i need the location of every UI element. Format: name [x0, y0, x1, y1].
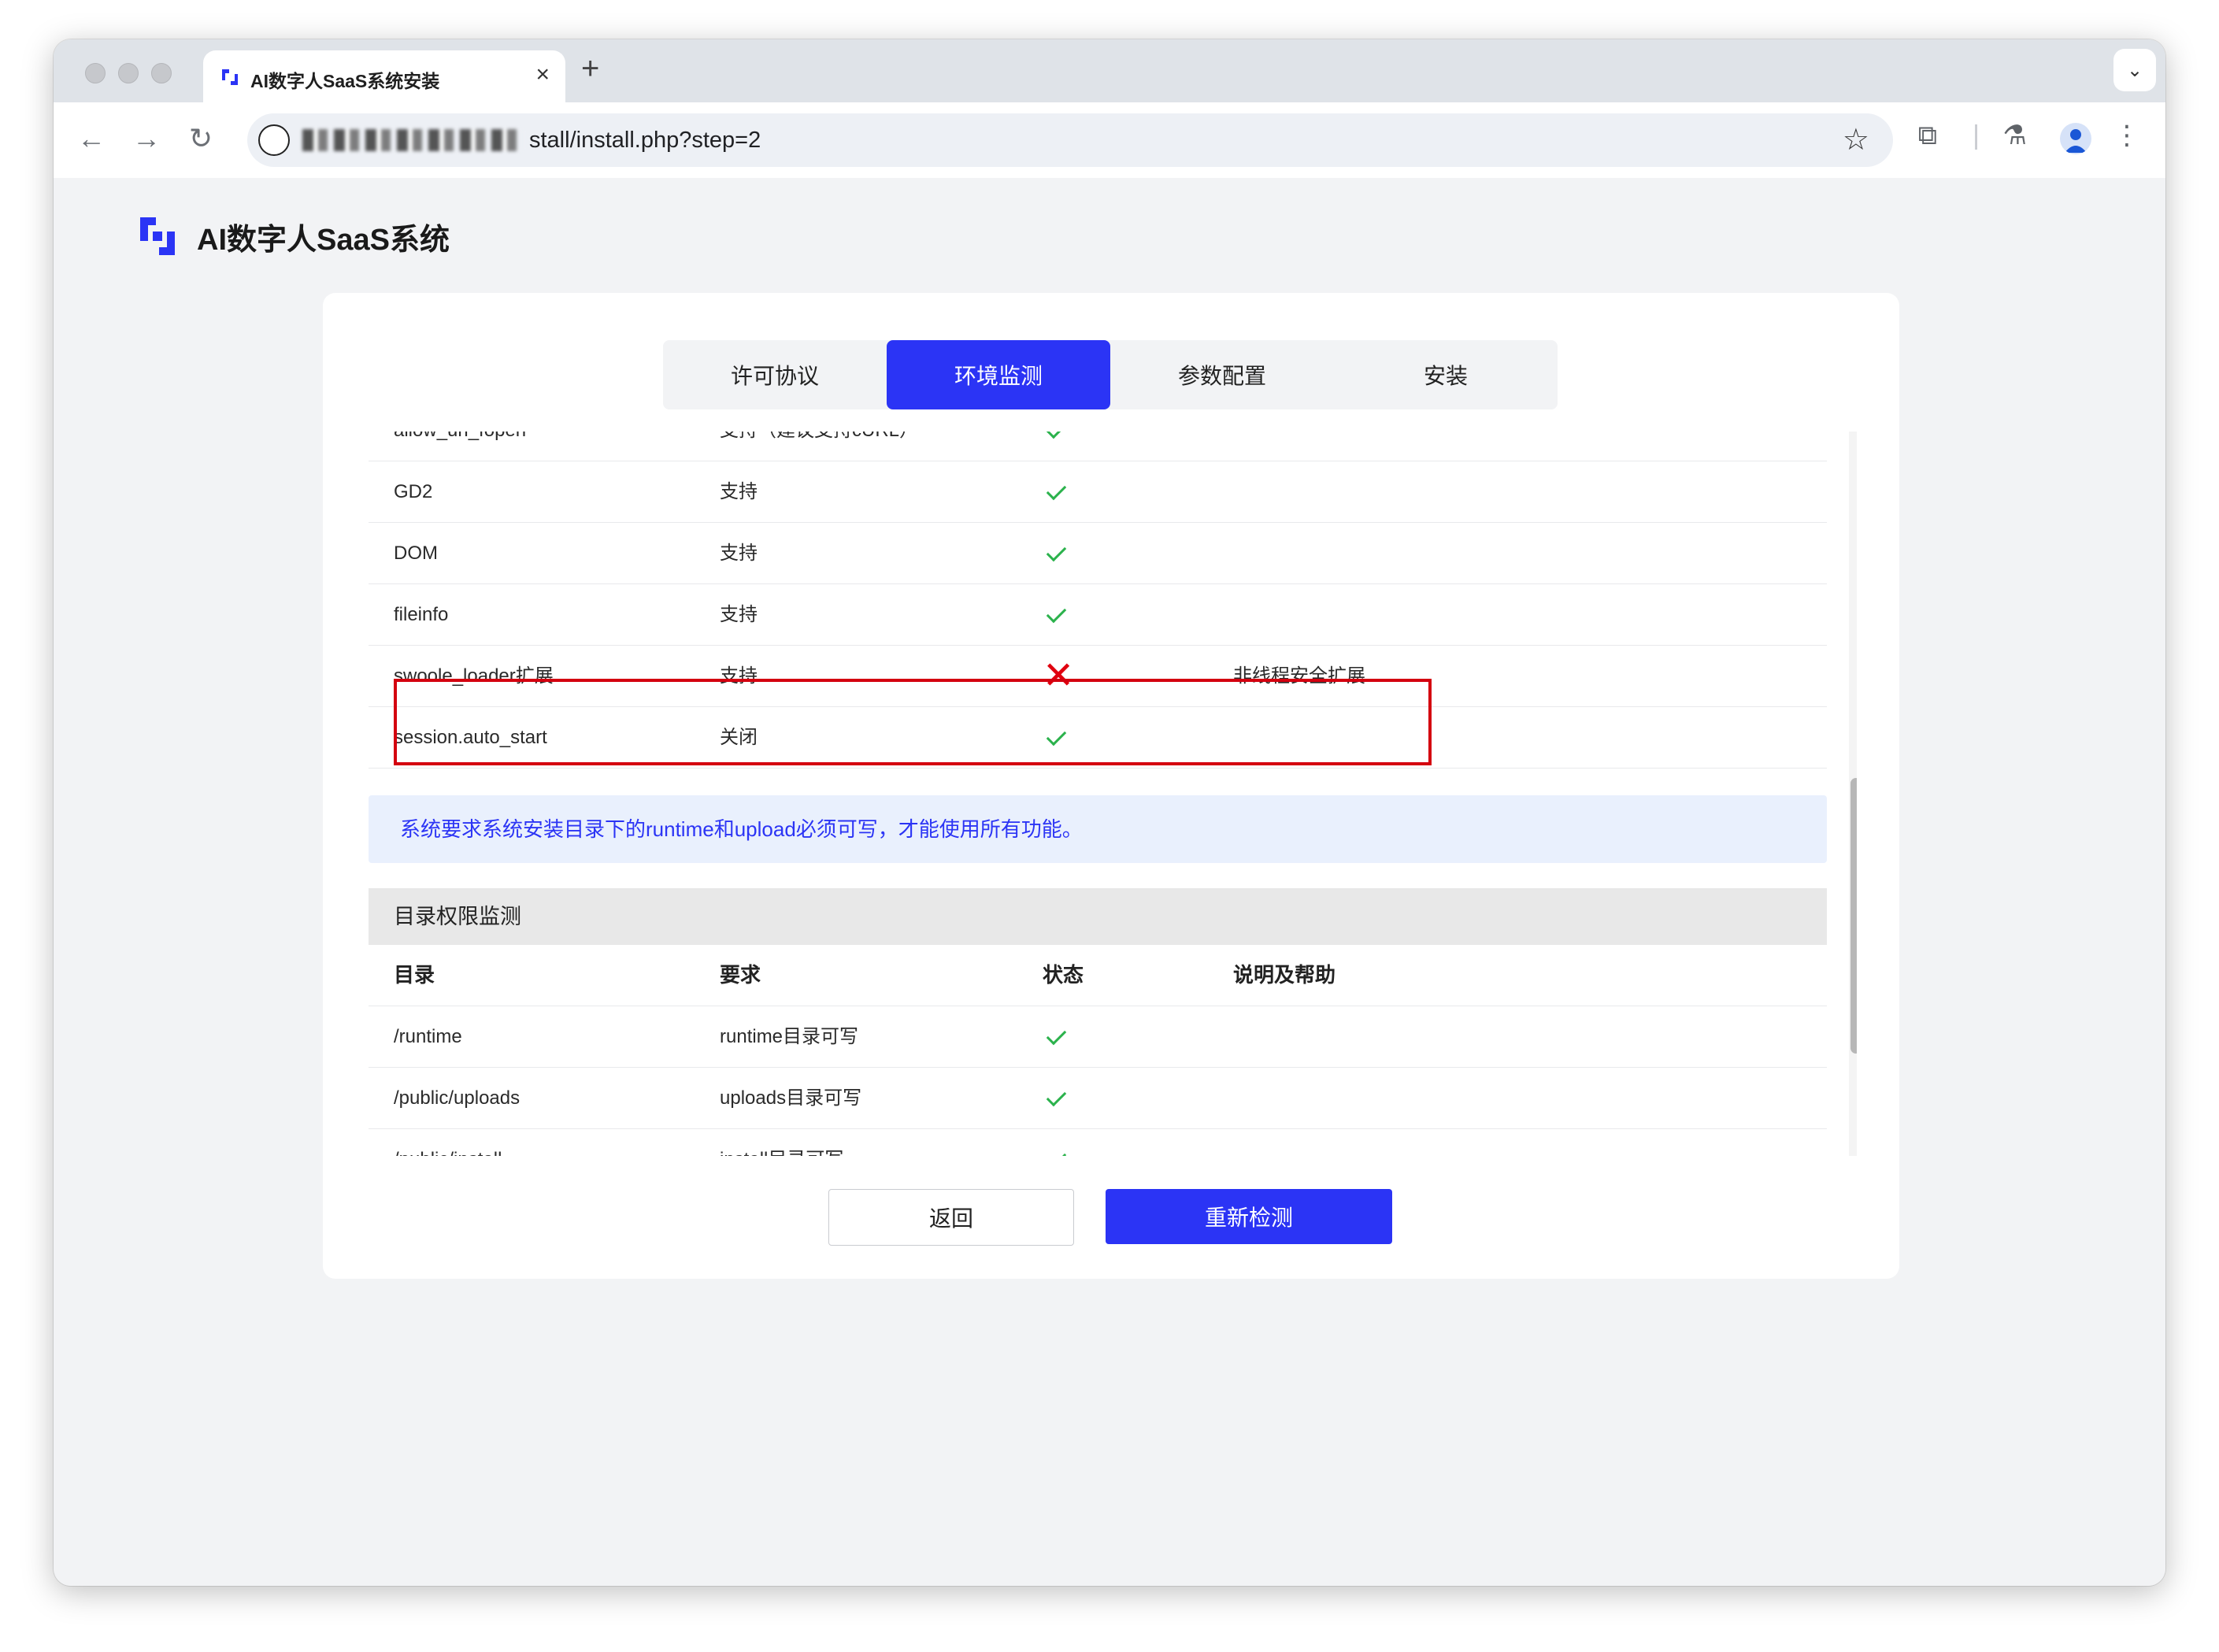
table-row: fileinfo 支持	[369, 584, 1827, 646]
redacted-host	[302, 129, 523, 151]
table-row: allow_url_fopen 支持（建议支持cURL）	[369, 432, 1827, 461]
env-requirement: 支持	[720, 481, 758, 502]
brand-logo-icon	[140, 217, 175, 255]
header-help: 说明及帮助	[1233, 963, 1336, 987]
table-row: GD2 支持	[369, 461, 1827, 523]
extensions-icon[interactable]: ⧉	[1918, 120, 1937, 151]
tab-search-chevron-icon[interactable]: ⌄	[2113, 49, 2156, 91]
tab-license[interactable]: 许可协议	[663, 340, 887, 409]
toolbar-divider: |	[1973, 120, 1980, 150]
header-dir: 目录	[394, 963, 435, 987]
url-text[interactable]: stall/install.php?step=2	[529, 128, 761, 154]
install-card: 许可协议 环境监测 参数配置 安装 allow_url_fopen 支持（建议支…	[323, 293, 1899, 1279]
check-icon	[1043, 1129, 1067, 1156]
check-icon	[1043, 523, 1067, 583]
table-row: /public/install install目录可写	[369, 1129, 1827, 1156]
env-requirement: 支持（建议支持cURL）	[720, 432, 918, 461]
dir-path: /runtime	[394, 1026, 462, 1047]
dir-path: /public/uploads	[394, 1087, 520, 1109]
back-arrow-icon[interactable]: ←	[77, 123, 106, 154]
browser-tab[interactable]: AI数字人SaaS系统安装 ×	[203, 50, 565, 102]
writable-notice: 系统要求系统安装目录下的runtime和upload必须可写，才能使用所有功能。	[369, 795, 1827, 863]
env-requirement: 关闭	[720, 727, 758, 748]
env-name: DOM	[394, 543, 438, 564]
reload-icon[interactable]: ↻	[189, 123, 213, 154]
table-row: swoole_loader扩展 支持 ✕ 非线程安全扩展	[369, 646, 1827, 707]
address-bar[interactable]: stall/install.php?step=2 ☆	[247, 113, 1893, 167]
window-controls	[85, 63, 172, 83]
check-icon	[1043, 584, 1067, 645]
header-status: 状态	[1043, 963, 1084, 987]
tab-environment-check[interactable]: 环境监测	[887, 340, 1110, 409]
back-button[interactable]: 返回	[828, 1189, 1074, 1246]
bookmark-star-icon[interactable]: ☆	[1843, 124, 1869, 156]
dir-section-title: 目录权限监测	[369, 888, 1827, 945]
forward-arrow-icon[interactable]: →	[132, 123, 161, 154]
scrollbar-thumb[interactable]	[1850, 778, 1857, 1054]
site-info-icon[interactable]	[258, 124, 290, 156]
brand-header: AI数字人SaaS系统	[135, 214, 450, 258]
table-header: 目录 要求 状态 说明及帮助	[369, 945, 1827, 1006]
tab-install[interactable]: 安装	[1334, 340, 1558, 409]
env-name: swoole_loader扩展	[394, 665, 554, 687]
env-name: session.auto_start	[394, 727, 547, 748]
check-icon	[1043, 432, 1067, 461]
table-row: DOM 支持	[369, 523, 1827, 584]
env-name: GD2	[394, 481, 433, 502]
tab-bar: AI数字人SaaS系统安装 × + ⌄	[54, 39, 2165, 102]
table-row: /runtime runtime目录可写	[369, 1006, 1827, 1068]
env-name: fileinfo	[394, 604, 449, 625]
dir-path: /public/install	[394, 1129, 502, 1156]
env-note: 非线程安全扩展	[1233, 665, 1365, 687]
env-name: allow_url_fopen	[394, 432, 526, 461]
browser-menu-icon[interactable]: ⋮	[2113, 120, 2140, 151]
dir-requirement: uploads目录可写	[720, 1087, 862, 1109]
browser-window: AI数字人SaaS系统安装 × + ⌄ ← → ↻ stall/install.…	[54, 39, 2165, 1586]
dir-requirement: install目录可写	[720, 1129, 843, 1156]
cross-icon: ✕	[1043, 655, 1075, 697]
header-requirement: 要求	[720, 963, 761, 987]
directory-table: 目录 要求 状态 说明及帮助 /runtime runtime目录可写 /pub…	[369, 945, 1827, 1156]
page-content: AI数字人SaaS系统 许可协议 环境监测 参数配置 安装 allow_url_…	[54, 178, 2165, 1586]
check-icon	[1043, 1006, 1067, 1067]
browser-toolbar: ← → ↻ stall/install.php?step=2 ☆ ⧉ | ⚗ ⋮	[54, 102, 2165, 179]
profile-avatar-icon[interactable]	[2060, 123, 2091, 154]
minimize-window-button[interactable]	[118, 63, 139, 83]
check-scroll-area[interactable]: allow_url_fopen 支持（建议支持cURL） GD2 支持 DOM …	[369, 432, 1857, 1156]
env-requirement: 支持	[720, 604, 758, 625]
env-requirement: 支持	[720, 665, 758, 687]
tab-title: AI数字人SaaS系统安装	[250, 71, 440, 91]
install-steps: 许可协议 环境监测 参数配置 安装	[663, 340, 1558, 409]
new-tab-button[interactable]: +	[581, 49, 599, 88]
check-icon	[1043, 461, 1067, 522]
check-icon	[1043, 1068, 1067, 1128]
maximize-window-button[interactable]	[151, 63, 172, 83]
tab-close-icon[interactable]: ×	[535, 61, 550, 88]
close-window-button[interactable]	[85, 63, 106, 83]
brand-name: AI数字人SaaS系统	[197, 223, 450, 257]
recheck-button[interactable]: 重新检测	[1106, 1189, 1392, 1244]
table-row: /public/uploads uploads目录可写	[369, 1068, 1827, 1129]
table-row: session.auto_start 关闭	[369, 707, 1827, 769]
env-requirement: 支持	[720, 543, 758, 564]
tab-parameter-config[interactable]: 参数配置	[1110, 340, 1334, 409]
environment-table: allow_url_fopen 支持（建议支持cURL） GD2 支持 DOM …	[369, 432, 1827, 769]
site-favicon-icon	[222, 69, 238, 85]
labs-flask-icon[interactable]: ⚗	[2003, 120, 2027, 151]
check-icon	[1043, 707, 1067, 768]
dir-requirement: runtime目录可写	[720, 1026, 859, 1047]
